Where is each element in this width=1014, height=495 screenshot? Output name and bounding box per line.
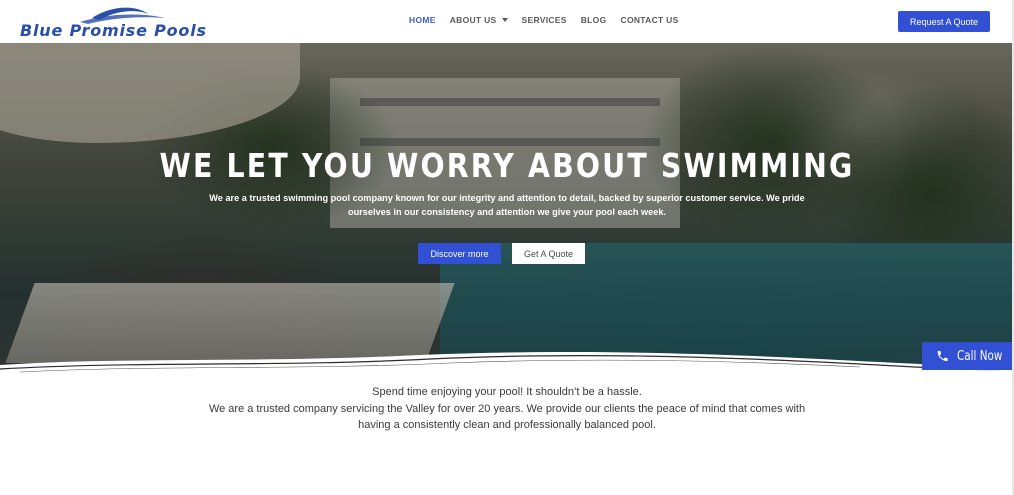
call-now-label: Call Now [957, 348, 1003, 364]
nav-about-us[interactable]: ABOUT US [450, 15, 508, 25]
nav-about-us-label: ABOUT US [449, 15, 497, 25]
nav-blog[interactable]: BLOG [581, 15, 607, 25]
site-header: Blue Promise Pools HOME ABOUT US SERVICE… [0, 0, 1014, 43]
phone-icon [937, 351, 948, 361]
request-quote-button[interactable]: Request A Quote [898, 11, 990, 32]
hero-section: WE LET YOU WORRY ABOUT SWIMMING We are a… [0, 43, 1014, 378]
intro-line-1: Spend time enjoying your pool! It should… [372, 386, 642, 398]
brand-logo[interactable]: Blue Promise Pools [20, 4, 206, 40]
nav-contact-us[interactable]: CONTACT US [621, 15, 679, 25]
call-now-button[interactable]: Call Now [922, 342, 1014, 370]
hero-subtitle: We are a trusted swimming pool company k… [209, 193, 805, 217]
discover-more-button[interactable]: Discover more [418, 243, 501, 264]
hero-title: WE LET YOU WORRY ABOUT SWIMMING [159, 146, 855, 185]
nav-services[interactable]: SERVICES [522, 15, 567, 25]
intro-section: Spend time enjoying your pool! It should… [0, 384, 1014, 434]
brand-name: Blue Promise Pools [20, 21, 207, 40]
nav-home[interactable]: HOME [409, 15, 436, 25]
get-quote-button[interactable]: Get A Quote [512, 243, 585, 264]
main-nav: HOME ABOUT US SERVICES BLOG CONTACT US [409, 15, 693, 25]
intro-line-2: We are a trusted company servicing the V… [208, 402, 806, 432]
hero-wave-divider [0, 352, 1014, 383]
chevron-down-icon [501, 18, 508, 22]
